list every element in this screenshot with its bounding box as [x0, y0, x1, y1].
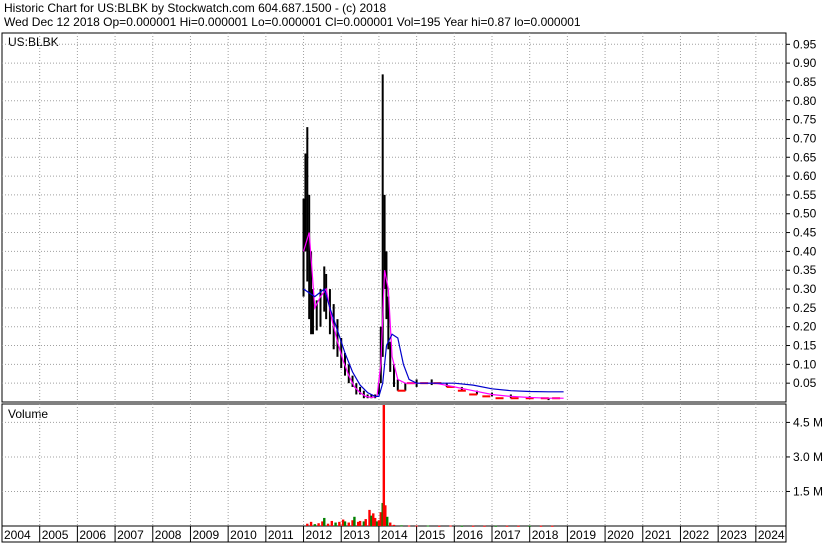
volume-axis-ticks: 1.5 M 3.0 M 4.5 M	[786, 415, 823, 498]
volume-bar	[309, 521, 313, 526]
volume-bar	[494, 525, 497, 527]
x-tick-label: 2022	[682, 528, 709, 542]
volume-bar	[505, 525, 509, 527]
price-tick-label: 0.05	[793, 376, 817, 390]
volume-bar	[528, 525, 531, 527]
price-tick-label: 0.60	[793, 169, 817, 183]
volume-bar	[306, 523, 309, 526]
x-tick-label: 2006	[79, 528, 106, 542]
ma-short-line	[302, 232, 564, 399]
volume-bar	[471, 525, 475, 527]
x-tick-label: 2009	[192, 528, 219, 542]
price-tick-label: 0.35	[793, 263, 817, 277]
price-tick-label: 0.45	[793, 226, 817, 240]
x-tick-label: 2019	[569, 528, 596, 542]
price-tick-label: 0.20	[793, 320, 817, 334]
x-tick-label: 2023	[720, 528, 747, 542]
volume-tick-label: 1.5 M	[793, 484, 823, 498]
x-tick-label: 2012	[306, 528, 333, 542]
price-tick-label: 0.55	[793, 188, 817, 202]
historic-chart: Historic Chart for US:BLBK by Stockwatch…	[0, 0, 830, 543]
volume-tick-label: 4.5 M	[793, 415, 823, 429]
volume-bar	[338, 521, 341, 526]
price-tick-label: 0.40	[793, 244, 817, 258]
volume-bar	[317, 523, 320, 526]
chart-canvas: US:BLBK Volume 0.050.100.150.200.250.300…	[1, 32, 823, 543]
volume-bar	[386, 516, 389, 526]
x-tick-label: 2021	[645, 528, 672, 542]
price-tick-label: 0.65	[793, 150, 817, 164]
volume-bar	[343, 521, 347, 526]
volume-bar	[438, 525, 441, 527]
x-tick-label: 2020	[607, 528, 634, 542]
close-marks	[397, 382, 561, 400]
volume-bar	[400, 525, 403, 527]
grid-lines	[2, 33, 786, 526]
volume-bar	[483, 525, 486, 527]
volume-bar	[426, 525, 430, 527]
price-tick-label: 0.25	[793, 301, 817, 315]
volume-bar	[392, 524, 396, 526]
moving-average-lines	[302, 232, 564, 399]
x-tick-label: 2005	[42, 528, 69, 542]
volume-bar	[389, 522, 392, 526]
price-tick-label: 0.50	[793, 207, 817, 221]
price-tick-label: 0.15	[793, 339, 817, 353]
volume-bar	[517, 525, 520, 527]
volume-bar	[551, 525, 554, 527]
volume-bar	[539, 525, 543, 527]
volume-bar	[449, 525, 452, 527]
volume-bar	[347, 522, 350, 526]
price-tick-label: 0.10	[793, 357, 817, 371]
price-tick-label: 0.75	[793, 113, 817, 127]
volume-bar	[407, 525, 411, 527]
volume-bar	[326, 523, 330, 526]
x-tick-label: 2014	[381, 528, 408, 542]
x-tick-label: 2011	[268, 528, 294, 542]
x-tick-label: 2016	[456, 528, 483, 542]
x-axis-ticks: 2004 2005 2006 2007 2008 2009 2010 2011 2012 2013…	[4, 526, 785, 542]
x-tick-label: 2017	[494, 528, 521, 542]
volume-bar	[364, 519, 367, 526]
price-tick-label: 0.70	[793, 131, 817, 145]
volume-bar	[353, 516, 356, 526]
x-tick-label: 2007	[117, 528, 144, 542]
x-tick-label: 2010	[230, 528, 257, 542]
volume-bar	[358, 520, 362, 526]
volume-title: Volume	[8, 407, 48, 421]
volume-tick-label: 3.0 M	[793, 450, 823, 464]
price-tick-label: 0.80	[793, 94, 817, 108]
price-axis-ticks: 0.05 0.10 0.15 0.20 0.25 0.30 0.35 0.40 0.45 0.50…	[786, 37, 817, 390]
volume-bars	[306, 405, 554, 527]
volume-bar	[330, 520, 334, 526]
x-tick-label: 2004	[4, 528, 31, 542]
x-tick-label: 2008	[155, 528, 182, 542]
x-tick-label: 2015	[419, 528, 446, 542]
x-tick-label: 2013	[343, 528, 370, 542]
price-tick-label: 0.95	[793, 37, 817, 51]
symbol-label: US:BLBK	[8, 35, 59, 49]
price-tick-label: 0.85	[793, 75, 817, 89]
volume-bar	[334, 522, 337, 526]
volume-bar	[460, 525, 464, 527]
x-tick-label: 2018	[532, 528, 559, 542]
ma-long-line	[303, 287, 564, 397]
volume-bar	[323, 517, 326, 526]
volume-bar	[415, 525, 418, 527]
volume-bar	[313, 524, 317, 526]
price-tick-label: 0.30	[793, 282, 817, 296]
price-tick-label: 0.90	[793, 56, 817, 70]
price-panel-frame	[1, 32, 787, 403]
x-tick-label: 2024	[758, 528, 785, 542]
